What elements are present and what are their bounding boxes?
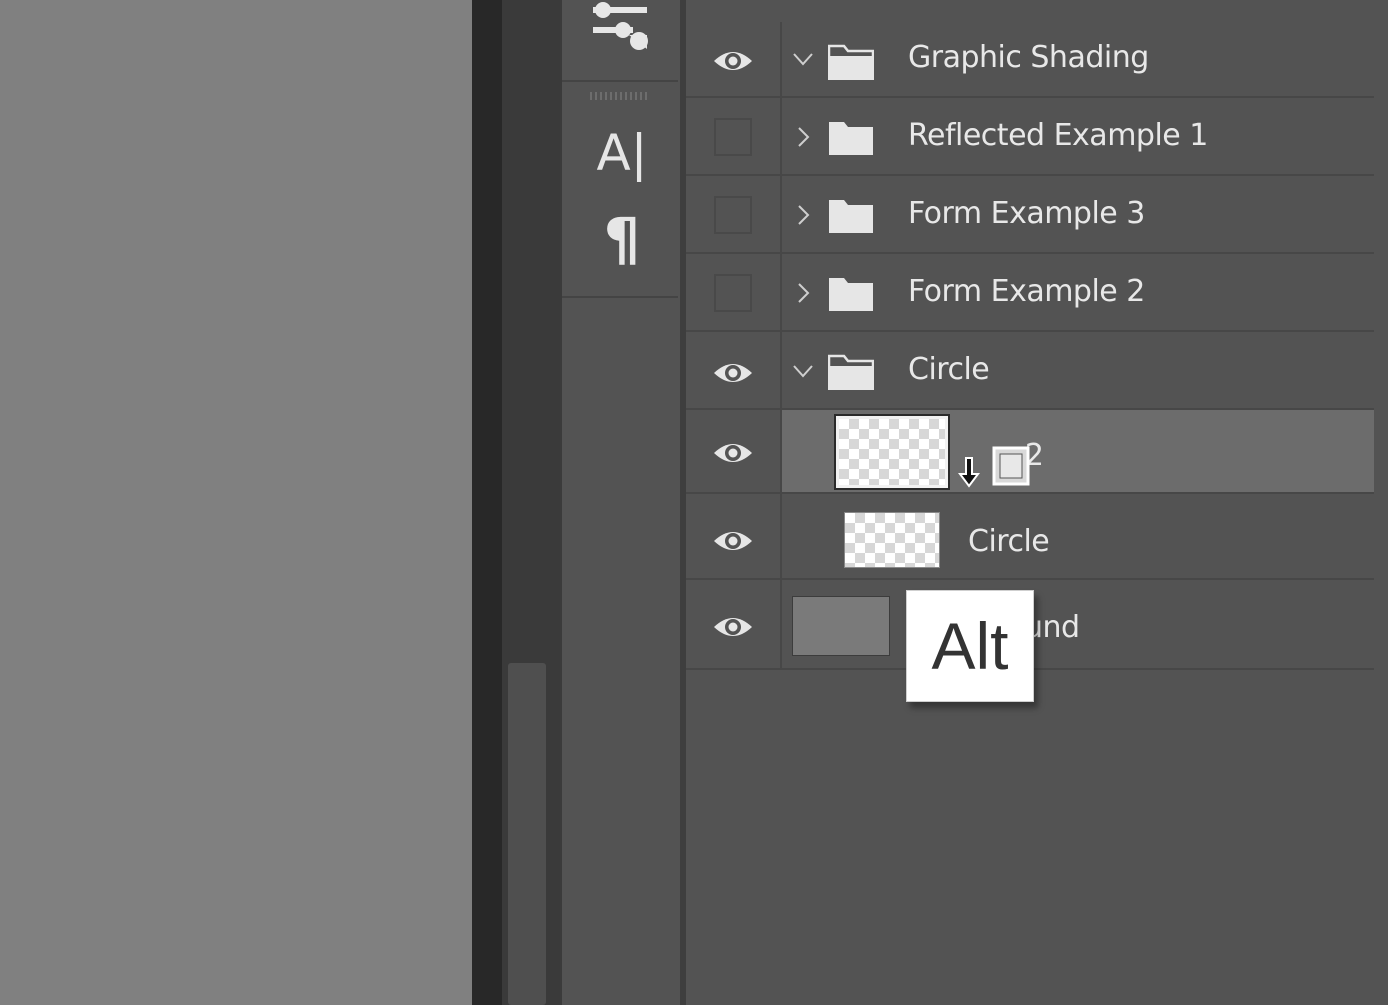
paragraph-panel-button[interactable]: ¶ [590,204,654,274]
canvas-border [472,0,502,1005]
chevron-down-icon[interactable] [792,360,814,382]
visibility-toggle-off[interactable] [714,274,752,312]
sliders-icon [593,2,648,50]
folder-icon [829,278,873,311]
visibility-cell [686,494,782,578]
key-tooltip: Alt [906,590,1034,702]
folder-icon [828,44,874,80]
visibility-cell [686,332,782,408]
layer-row-form-example-3[interactable]: Form Example 3 [686,176,1374,254]
eye-icon[interactable] [712,438,754,468]
clip-to-layer-cursor-icon [958,446,1030,488]
tool-group-adjustments [562,0,678,82]
layer-thumbnail[interactable] [834,414,950,490]
visibility-cell [686,22,782,96]
layer-row-graphic-shading[interactable]: Graphic Shading [686,22,1374,98]
visibility-toggle-off[interactable] [714,196,752,234]
eye-icon[interactable] [712,358,754,388]
visibility-cell [686,580,782,668]
chevron-right-icon[interactable] [792,282,814,304]
layer-name: Form Example 3 [908,196,1145,231]
layer-row-form-example-2[interactable]: Form Example 2 [686,254,1374,332]
document-canvas[interactable] [0,0,472,1005]
visibility-cell [686,254,782,330]
character-panel-button[interactable]: A| [590,122,654,184]
folder-icon [829,200,873,233]
layer-name: Circle [908,352,990,387]
layer-row-reflected-example-1[interactable]: Reflected Example 1 [686,98,1374,176]
tool-group-type: A| ¶ [562,108,678,298]
chevron-down-icon[interactable] [792,48,814,70]
visibility-cell [686,98,782,174]
layer-name: Form Example 2 [908,274,1145,309]
scrollbar-thumb[interactable] [508,663,546,1005]
adjustments-button[interactable] [588,0,652,56]
layer-name: Graphic Shading [908,40,1149,75]
chevron-right-icon[interactable] [792,204,814,226]
visibility-cell [686,176,782,252]
layer-row-circle[interactable]: Circle [686,494,1374,580]
layer-row-circle-group[interactable]: Circle [686,332,1374,410]
eye-icon[interactable] [712,46,754,76]
eye-icon[interactable] [712,612,754,642]
eye-icon[interactable] [712,526,754,556]
layer-thumbnail[interactable] [792,596,890,656]
chevron-right-icon[interactable] [792,126,814,148]
layer-thumbnail[interactable] [844,512,940,568]
folder-icon [829,122,873,155]
visibility-cell [686,410,782,492]
folder-icon [828,354,874,390]
layer-name: Reflected Example 1 [908,118,1208,153]
layer-name: Circle [968,524,1050,559]
visibility-toggle-off[interactable] [714,118,752,156]
panel-grip[interactable] [590,92,650,100]
layers-panel: Graphic Shading Reflected Example 1 Form… [686,0,1388,1005]
